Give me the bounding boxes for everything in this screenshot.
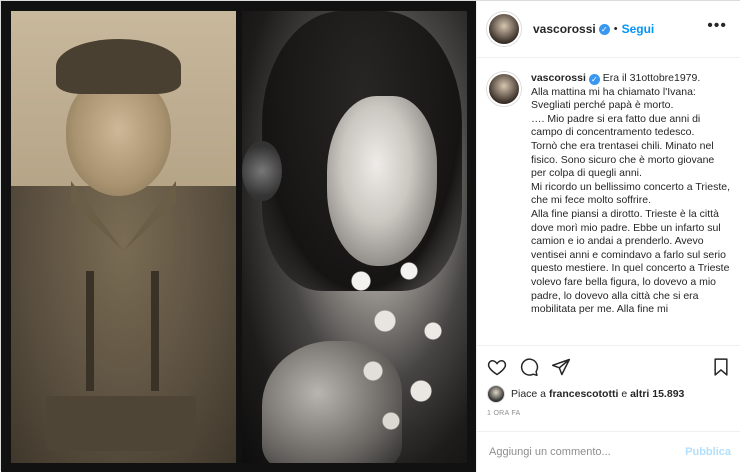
photo-strap-left xyxy=(86,271,94,391)
post-header: vascorossi ✓ • Segui ••• xyxy=(477,1,740,58)
more-options-icon[interactable]: ••• xyxy=(707,18,727,34)
photo-microphone xyxy=(242,141,282,201)
caption-row: vascorossi ✓ Era il 31ottobre1979. Alla m… xyxy=(477,58,740,317)
liker-avatar[interactable] xyxy=(487,385,505,403)
heart-icon[interactable] xyxy=(487,357,507,377)
paper-plane-icon[interactable] xyxy=(551,357,571,377)
liker-username[interactable]: francescototti xyxy=(549,388,618,400)
action-bar xyxy=(477,345,740,386)
caption-author-avatar[interactable] xyxy=(487,72,521,106)
photo-lights xyxy=(337,241,457,441)
author-username[interactable]: vascorossi xyxy=(533,22,596,36)
header-separator: • xyxy=(613,23,618,35)
author-avatar[interactable] xyxy=(487,12,521,46)
comment-input[interactable] xyxy=(487,445,671,459)
follow-button[interactable]: Segui xyxy=(622,22,655,36)
caption-verified-badge-icon: ✓ xyxy=(588,74,600,85)
photo-pouch xyxy=(46,396,196,451)
comment-bar: Pubblica xyxy=(477,431,740,472)
likes-count-link[interactable]: altri 15.893 xyxy=(630,388,684,400)
post-image[interactable] xyxy=(1,1,476,472)
post-side-panel: vascorossi ✓ • Segui ••• vascorossi ✓ Era… xyxy=(476,1,740,472)
caption-body: Era il 31ottobre1979. Alla mattina mi ha… xyxy=(531,72,730,316)
bookmark-icon[interactable] xyxy=(711,357,731,377)
comment-icon[interactable] xyxy=(519,357,539,377)
likes-prefix: Piace a xyxy=(511,388,547,400)
publish-button[interactable]: Pubblica xyxy=(685,446,731,458)
post-timestamp[interactable]: 1 ORA FA xyxy=(487,410,521,417)
photo-soldier-portrait xyxy=(11,11,236,463)
likes-and: e xyxy=(621,388,628,400)
instagram-post-window: vascorossi ✓ • Segui ••• vascorossi ✓ Era… xyxy=(0,0,740,472)
photo-face xyxy=(66,76,171,196)
photo-singer-concert xyxy=(242,11,467,463)
caption-text: vascorossi ✓ Era il 31ottobre1979. Alla m… xyxy=(531,72,731,317)
photo-cap xyxy=(56,39,181,94)
verified-badge-icon: ✓ xyxy=(598,23,610,35)
caption-author-username[interactable]: vascorossi xyxy=(531,72,586,84)
likes-summary: Piace a francescototti e altri 15.893 xyxy=(487,385,684,403)
photo-strap-right xyxy=(151,271,159,391)
caption-scroll-area[interactable]: vascorossi ✓ Era il 31ottobre1979. Alla m… xyxy=(477,58,740,345)
